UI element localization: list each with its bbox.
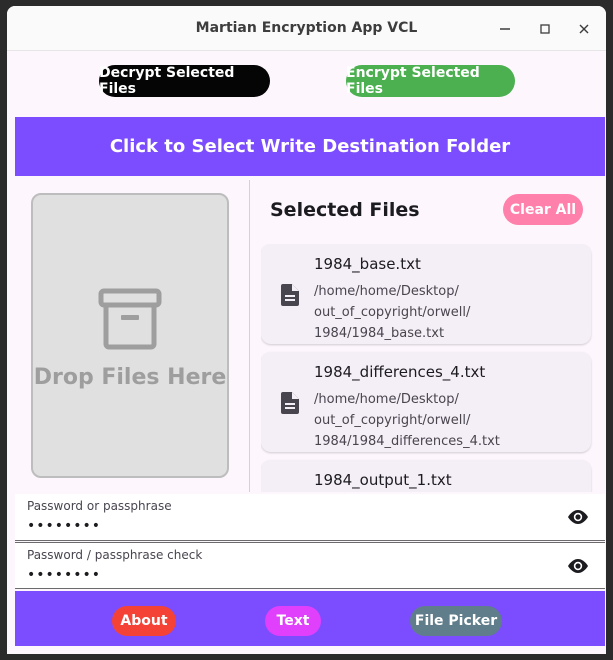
list-item[interactable]: 1984_output_1.txt (261, 460, 591, 492)
maximize-icon[interactable] (534, 18, 556, 40)
drop-zone[interactable]: Drop Files Here (31, 193, 229, 478)
password-check-field[interactable]: Password / passphrase check •••••••• (15, 542, 605, 589)
select-destination-button[interactable]: Click to Select Write Destination Folder (15, 117, 605, 176)
title-bar: Martian Encryption App VCL (7, 6, 606, 51)
window-title: Martian Encryption App VCL (195, 20, 418, 36)
minimize-icon[interactable] (494, 18, 516, 40)
password-field[interactable]: Password or passphrase •••••••• (15, 494, 605, 541)
list-item[interactable]: 1984_base.txt /home/home/Desktop/ out_of… (261, 244, 591, 344)
file-name: 1984_differences_4.txt (314, 363, 486, 381)
drop-label: Drop Files Here (33, 365, 227, 390)
password-input[interactable]: •••••••• (27, 518, 101, 534)
password-check-input[interactable]: •••••••• (27, 567, 101, 583)
close-icon[interactable] (573, 18, 595, 40)
file-name: 1984_output_1.txt (314, 471, 452, 489)
password-check-label: Password / passphrase check (27, 548, 203, 562)
selected-files-heading: Selected Files (270, 199, 420, 221)
file-path: /home/home/Desktop/ out_of_copyright/orw… (314, 392, 500, 449)
list-item[interactable]: 1984_differences_4.txt /home/home/Deskto… (261, 352, 591, 452)
eye-icon[interactable] (566, 556, 590, 580)
vertical-divider (249, 180, 250, 492)
document-icon (281, 392, 299, 418)
archive-box-icon (97, 286, 163, 356)
app-window: Martian Encryption App VCL Decrypt Selec… (7, 6, 606, 654)
clear-all-button[interactable]: Clear All (503, 194, 583, 225)
about-button[interactable]: About (112, 606, 176, 636)
file-path: /home/home/Desktop/ out_of_copyright/orw… (314, 284, 471, 341)
password-label: Password or passphrase (27, 499, 172, 513)
encrypt-button[interactable]: Encrypt Selected Files (346, 65, 515, 97)
text-button[interactable]: Text (265, 606, 321, 636)
file-picker-button[interactable]: File Picker (410, 606, 502, 636)
decrypt-button[interactable]: Decrypt Selected Files (99, 65, 270, 97)
file-name: 1984_base.txt (314, 255, 421, 273)
selected-files-list[interactable]: 1984_base.txt /home/home/Desktop/ out_of… (261, 244, 593, 492)
document-icon (281, 284, 299, 310)
eye-icon[interactable] (566, 507, 590, 531)
bottom-bar: About Text File Picker (15, 591, 605, 646)
